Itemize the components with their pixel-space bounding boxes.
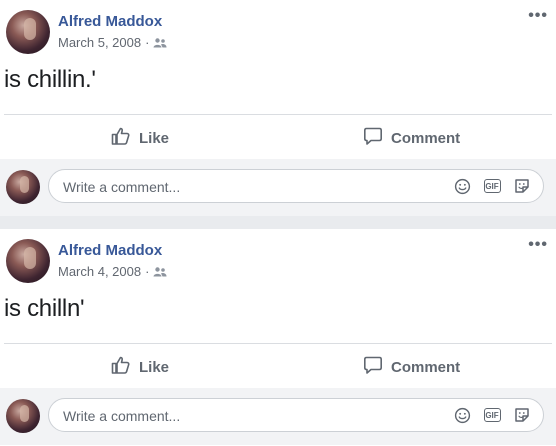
divider: [4, 114, 552, 115]
sticker-icon[interactable]: [513, 177, 531, 195]
post-card: Alfred Maddox March 5, 2008 · ••• is chi…: [0, 0, 556, 216]
like-thumb-icon: [111, 355, 131, 379]
gif-icon[interactable]: GIF: [483, 406, 501, 424]
comment-input-icons: GIF: [453, 177, 531, 195]
comment-input[interactable]: [61, 399, 445, 433]
viewer-avatar[interactable]: [6, 170, 40, 204]
author-avatar[interactable]: [6, 239, 50, 283]
like-label: Like: [139, 129, 170, 147]
comment-composer: GIF: [0, 159, 556, 216]
comment-label: Comment: [391, 358, 461, 376]
comment-composer: GIF: [0, 388, 556, 445]
comment-input-wrapper[interactable]: GIF: [48, 169, 544, 204]
comment-input-icons: GIF: [453, 406, 531, 424]
like-button[interactable]: Like: [111, 124, 169, 152]
post-card: Alfred Maddox March 4, 2008 · ••• is chi…: [0, 229, 556, 446]
post-meta: March 4, 2008 ·: [58, 264, 167, 279]
like-button[interactable]: Like: [111, 353, 169, 381]
comment-bubble-icon: [363, 355, 383, 379]
status-text: is chillin.': [4, 66, 96, 93]
gif-icon[interactable]: GIF: [483, 177, 501, 195]
author-avatar[interactable]: [6, 10, 50, 54]
author-name-link[interactable]: Alfred Maddox: [58, 13, 162, 30]
emoji-icon[interactable]: [453, 177, 471, 195]
friends-icon[interactable]: [153, 266, 167, 277]
comment-button[interactable]: Comment: [363, 353, 460, 381]
more-options-icon[interactable]: •••: [528, 7, 548, 25]
like-label: Like: [139, 358, 170, 376]
sticker-icon[interactable]: [513, 406, 531, 424]
comment-input-wrapper[interactable]: GIF: [48, 398, 544, 433]
post-date-link[interactable]: March 4, 2008: [58, 264, 141, 279]
more-options-icon[interactable]: •••: [528, 236, 548, 254]
author-name-link[interactable]: Alfred Maddox: [58, 242, 162, 259]
like-thumb-icon: [111, 126, 131, 150]
friends-icon[interactable]: [153, 37, 167, 48]
post-date-link[interactable]: March 5, 2008: [58, 35, 141, 50]
comment-button[interactable]: Comment: [363, 124, 460, 152]
comment-input[interactable]: [61, 170, 445, 204]
status-text: is chilln': [4, 295, 85, 322]
meta-separator: ·: [145, 35, 150, 50]
post-meta: March 5, 2008 ·: [58, 35, 167, 50]
comment-bubble-icon: [363, 126, 383, 150]
viewer-avatar[interactable]: [6, 399, 40, 433]
meta-separator: ·: [145, 264, 150, 279]
emoji-icon[interactable]: [453, 406, 471, 424]
divider: [4, 343, 552, 344]
comment-label: Comment: [391, 129, 461, 147]
